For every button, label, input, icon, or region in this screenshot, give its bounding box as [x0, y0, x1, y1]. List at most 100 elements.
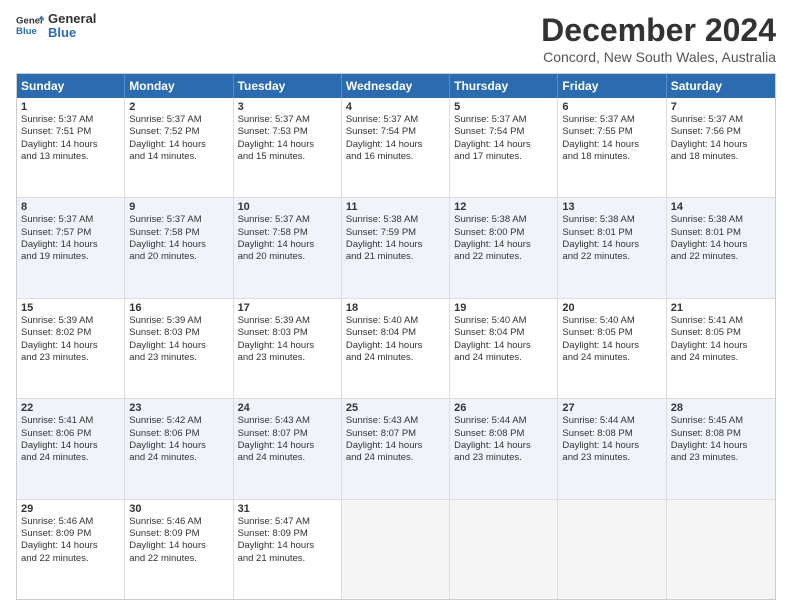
- cell-info-line: Daylight: 14 hours: [454, 239, 553, 251]
- cell-info-line: Sunrise: 5:38 AM: [671, 214, 771, 226]
- header-day-wednesday: Wednesday: [342, 74, 450, 98]
- day-cell-23: 23Sunrise: 5:42 AMSunset: 8:06 PMDayligh…: [125, 399, 233, 498]
- cell-info-line: Sunset: 7:54 PM: [346, 126, 445, 138]
- header-day-thursday: Thursday: [450, 74, 558, 98]
- day-number: 30: [129, 503, 228, 515]
- cell-info-line: Sunset: 8:08 PM: [562, 428, 661, 440]
- logo-blue: Blue: [48, 26, 96, 40]
- cell-info-line: Sunset: 8:08 PM: [454, 428, 553, 440]
- cell-info-line: and 24 minutes.: [562, 352, 661, 364]
- day-cell-27: 27Sunrise: 5:44 AMSunset: 8:08 PMDayligh…: [558, 399, 666, 498]
- day-cell-empty: [558, 500, 666, 599]
- day-cell-9: 9Sunrise: 5:37 AMSunset: 7:58 PMDaylight…: [125, 198, 233, 297]
- logo-icon: General Blue: [16, 12, 44, 40]
- cell-info-line: Sunrise: 5:37 AM: [238, 214, 337, 226]
- cell-info-line: and 19 minutes.: [21, 251, 120, 263]
- cell-info-line: and 18 minutes.: [671, 151, 771, 163]
- cell-info-line: and 22 minutes.: [562, 251, 661, 263]
- calendar-week-5: 29Sunrise: 5:46 AMSunset: 8:09 PMDayligh…: [17, 500, 775, 599]
- cell-info-line: and 22 minutes.: [454, 251, 553, 263]
- day-cell-25: 25Sunrise: 5:43 AMSunset: 8:07 PMDayligh…: [342, 399, 450, 498]
- day-cell-16: 16Sunrise: 5:39 AMSunset: 8:03 PMDayligh…: [125, 299, 233, 398]
- calendar-week-1: 1 Sunrise: 5:37 AM Sunset: 7:51 PM Daylight…: [17, 98, 775, 198]
- cell-info-line: Sunrise: 5:37 AM: [129, 214, 228, 226]
- cell-info-line: Daylight: 14 hours: [671, 139, 771, 151]
- calendar-page: General Blue General Blue December 2024 …: [0, 0, 792, 612]
- day-number: 19: [454, 302, 553, 314]
- calendar-body: 1 Sunrise: 5:37 AM Sunset: 7:51 PM Daylight…: [17, 98, 775, 599]
- day-cell-4: 4Sunrise: 5:37 AMSunset: 7:54 PMDaylight…: [342, 98, 450, 197]
- cell-info-line: Sunset: 8:01 PM: [671, 227, 771, 239]
- day-number: 4: [346, 101, 445, 113]
- cell-info-line: Sunrise: 5:44 AM: [454, 415, 553, 427]
- cell-info-line: and 22 minutes.: [21, 553, 120, 565]
- cell-info-line: Sunset: 7:58 PM: [238, 227, 337, 239]
- cell-info-line: Sunrise: 5:37 AM: [238, 114, 337, 126]
- cell-info-line: Sunset: 8:08 PM: [671, 428, 771, 440]
- day-cell-7: 7Sunrise: 5:37 AMSunset: 7:56 PMDaylight…: [667, 98, 775, 197]
- day-cell-5: 5Sunrise: 5:37 AMSunset: 7:54 PMDaylight…: [450, 98, 558, 197]
- cell-info-line: Sunrise: 5:41 AM: [21, 415, 120, 427]
- cell-info-line: Sunrise: 5:46 AM: [129, 516, 228, 528]
- day-cell-17: 17Sunrise: 5:39 AMSunset: 8:03 PMDayligh…: [234, 299, 342, 398]
- cell-info-line: and 24 minutes.: [129, 452, 228, 464]
- cell-info-line: Daylight: 14 hours: [238, 540, 337, 552]
- day-number: 14: [671, 201, 771, 213]
- cell-info-line: Sunset: 7:51 PM: [21, 126, 120, 138]
- cell-info-line: and 14 minutes.: [129, 151, 228, 163]
- cell-info-line: Sunset: 8:09 PM: [129, 528, 228, 540]
- day-number: 6: [562, 101, 661, 113]
- day-cell-1: 1Sunrise: 5:37 AMSunset: 7:51 PMDaylight…: [17, 98, 125, 197]
- month-title: December 2024: [541, 12, 776, 49]
- logo: General Blue General Blue: [16, 12, 96, 41]
- cell-info-line: Daylight: 14 hours: [346, 440, 445, 452]
- cell-info-line: and 23 minutes.: [454, 452, 553, 464]
- day-number: 5: [454, 101, 553, 113]
- calendar-week-3: 15Sunrise: 5:39 AMSunset: 8:02 PMDayligh…: [17, 299, 775, 399]
- day-cell-18: 18Sunrise: 5:40 AMSunset: 8:04 PMDayligh…: [342, 299, 450, 398]
- cell-info-line: and 24 minutes.: [238, 452, 337, 464]
- cell-info-line: Daylight: 14 hours: [454, 440, 553, 452]
- cell-info-line: Sunset: 7:54 PM: [454, 126, 553, 138]
- cell-info-line: Sunrise: 5:46 AM: [21, 516, 120, 528]
- cell-info-line: and 24 minutes.: [21, 452, 120, 464]
- header-day-sunday: Sunday: [17, 74, 125, 98]
- cell-info-line: Daylight: 14 hours: [129, 239, 228, 251]
- day-cell-30: 30Sunrise: 5:46 AMSunset: 8:09 PMDayligh…: [125, 500, 233, 599]
- cell-info-line: Sunrise: 5:38 AM: [454, 214, 553, 226]
- cell-info-line: Sunrise: 5:37 AM: [671, 114, 771, 126]
- cell-info-line: and 22 minutes.: [671, 251, 771, 263]
- cell-info-line: Sunrise: 5:37 AM: [562, 114, 661, 126]
- day-cell-14: 14Sunrise: 5:38 AMSunset: 8:01 PMDayligh…: [667, 198, 775, 297]
- day-number: 1: [21, 101, 120, 113]
- cell-info-line: Daylight: 14 hours: [671, 340, 771, 352]
- day-number: 21: [671, 302, 771, 314]
- cell-info-line: and 13 minutes.: [21, 151, 120, 163]
- day-number: 29: [21, 503, 120, 515]
- cell-info-line: Sunrise: 5:43 AM: [346, 415, 445, 427]
- cell-info-line: Daylight: 14 hours: [129, 340, 228, 352]
- cell-info-line: and 15 minutes.: [238, 151, 337, 163]
- cell-info-line: Daylight: 14 hours: [21, 340, 120, 352]
- cell-info-line: Sunset: 8:04 PM: [346, 327, 445, 339]
- cell-info-line: and 24 minutes.: [671, 352, 771, 364]
- day-number: 18: [346, 302, 445, 314]
- cell-info-line: and 17 minutes.: [454, 151, 553, 163]
- day-number: 15: [21, 302, 120, 314]
- cell-info-line: Sunrise: 5:40 AM: [454, 315, 553, 327]
- cell-info-line: Daylight: 14 hours: [671, 440, 771, 452]
- calendar-week-2: 8Sunrise: 5:37 AMSunset: 7:57 PMDaylight…: [17, 198, 775, 298]
- day-cell-3: 3Sunrise: 5:37 AMSunset: 7:53 PMDaylight…: [234, 98, 342, 197]
- day-number: 31: [238, 503, 337, 515]
- cell-info-line: Sunrise: 5:39 AM: [238, 315, 337, 327]
- day-number: 13: [562, 201, 661, 213]
- cell-info-line: Sunset: 8:07 PM: [346, 428, 445, 440]
- cell-info-line: Daylight: 14 hours: [346, 340, 445, 352]
- day-number: 7: [671, 101, 771, 113]
- cell-info-line: Sunrise: 5:39 AM: [21, 315, 120, 327]
- cell-info-line: and 23 minutes.: [671, 452, 771, 464]
- cell-info-line: Sunrise: 5:40 AM: [562, 315, 661, 327]
- cell-info-line: Sunrise: 5:37 AM: [129, 114, 228, 126]
- cell-info-line: Daylight: 14 hours: [21, 440, 120, 452]
- cell-info-line: and 18 minutes.: [562, 151, 661, 163]
